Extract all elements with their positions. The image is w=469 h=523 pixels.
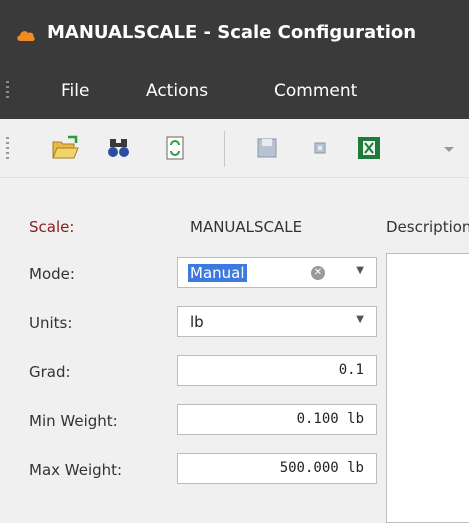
toolbar-separator bbox=[224, 131, 225, 167]
mode-value: Manual bbox=[188, 264, 247, 282]
toolbar bbox=[0, 119, 469, 178]
menu-bar: File Actions Comment bbox=[0, 66, 469, 119]
menu-actions[interactable]: Actions bbox=[146, 81, 208, 101]
description-label: Description bbox=[386, 218, 469, 236]
title-bar: MANUALSCALE - Scale Configuration bbox=[0, 0, 469, 66]
delete-icon bbox=[314, 142, 326, 154]
max-weight-label: Max Weight: bbox=[29, 461, 123, 479]
menu-file[interactable]: File bbox=[61, 81, 89, 101]
refresh-icon[interactable] bbox=[160, 133, 190, 163]
binoculars-icon[interactable] bbox=[104, 133, 134, 163]
save-icon bbox=[257, 138, 277, 158]
excel-export-icon[interactable] bbox=[354, 133, 384, 163]
max-weight-field[interactable]: 500.000 lb bbox=[177, 453, 377, 484]
description-textarea[interactable] bbox=[386, 253, 469, 523]
min-weight-value: 0.100 lb bbox=[296, 411, 364, 427]
toolbar-grip-handle[interactable] bbox=[6, 137, 9, 159]
min-weight-field[interactable]: 0.100 lb bbox=[177, 404, 377, 435]
units-value: lb bbox=[190, 313, 204, 331]
dropdown-arrow-icon[interactable] bbox=[434, 133, 464, 163]
chevron-down-icon[interactable]: ▼ bbox=[356, 314, 364, 325]
scale-label: Scale: bbox=[29, 218, 75, 236]
menu-comment[interactable]: Comment bbox=[274, 81, 357, 101]
mode-combobox[interactable]: Manual ✕ ▼ bbox=[177, 257, 377, 288]
clear-icon[interactable]: ✕ bbox=[311, 266, 325, 280]
grad-label: Grad: bbox=[29, 363, 71, 381]
cloud-app-icon bbox=[17, 31, 35, 41]
units-combobox[interactable]: lb ▼ bbox=[177, 306, 377, 337]
units-label: Units: bbox=[29, 314, 73, 332]
scale-value: MANUALSCALE bbox=[190, 218, 303, 236]
grad-value: 0.1 bbox=[338, 362, 364, 378]
min-weight-label: Min Weight: bbox=[29, 412, 118, 430]
window-title: MANUALSCALE - Scale Configuration bbox=[47, 22, 417, 43]
mode-label: Mode: bbox=[29, 265, 75, 283]
max-weight-value: 500.000 lb bbox=[279, 460, 364, 476]
grad-field[interactable]: 0.1 bbox=[177, 355, 377, 386]
open-folder-icon[interactable] bbox=[50, 133, 80, 163]
chevron-down-icon[interactable]: ▼ bbox=[356, 265, 364, 276]
menu-grip-handle[interactable] bbox=[6, 81, 9, 101]
